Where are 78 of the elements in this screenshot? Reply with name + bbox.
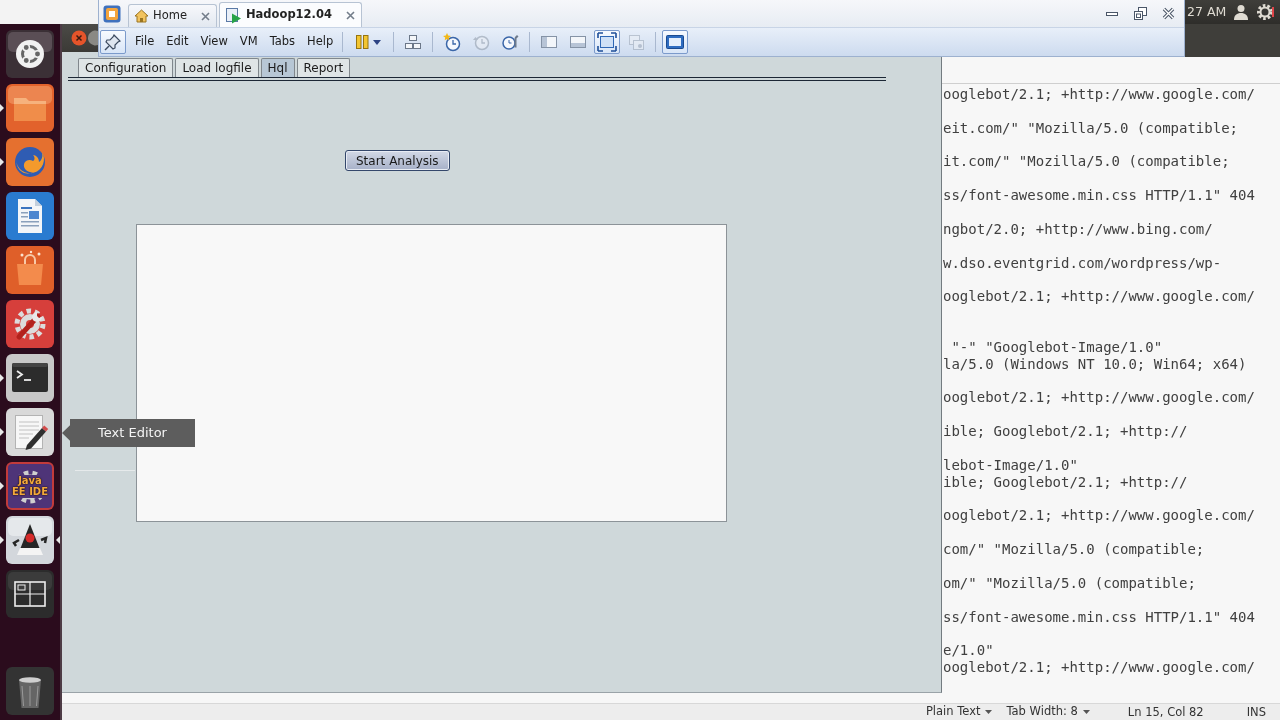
pin-icon: [103, 32, 123, 52]
code-line: ooglebot/2.1; +http://www.google.com/: [943, 659, 1255, 676]
code-line: ss/font-awesome.min.css HTTP/1.1" 404: [943, 187, 1255, 204]
code-line: it.com/" "Mozilla/5.0 (compatible;: [943, 153, 1230, 170]
trash-icon: [6, 667, 54, 715]
active-indicator-icon: [56, 536, 60, 544]
code-line: ible; Googlebot/2.1; +http://: [943, 423, 1188, 440]
code-line: ooglebot/2.1; +http://www.google.com/: [943, 507, 1255, 524]
menu-item[interactable]: File: [129, 30, 161, 54]
menu-item[interactable]: VM: [233, 30, 264, 54]
close-icon[interactable]: [346, 10, 355, 20]
close-button[interactable]: [70, 29, 88, 47]
pin-button[interactable]: [100, 30, 126, 54]
tab[interactable]: Load logfile: [175, 58, 259, 77]
app-logo-icon[interactable]: [103, 4, 121, 23]
code-line: e/1.0": [943, 642, 994, 659]
running-indicator-icon: [0, 158, 4, 166]
cursor-position: Ln 15, Col 82: [1127, 704, 1204, 720]
minimize-icon: [1106, 11, 1118, 16]
code-line: ooglebot/2.1; +http://www.google.com/: [943, 389, 1255, 406]
insert-mode: INS: [1246, 704, 1266, 720]
gear-icon[interactable]: [1256, 3, 1275, 21]
globe-icon: [6, 138, 54, 186]
code-line: ss/font-awesome.min.css HTTP/1.1" 404: [943, 608, 1255, 625]
code-line: ible; Googlebot/2.1; +http://: [943, 473, 1188, 490]
caret-icon[interactable]: [373, 39, 382, 45]
launcher-button[interactable]: [0, 516, 60, 564]
running-indicator-icon: [0, 536, 4, 544]
shopping-bag-icon: [6, 246, 54, 294]
code-line: "-" "Googlebot-Image/1.0": [950, 338, 1163, 355]
code-line: ngbot/2.0; +http://www.bing.com/: [943, 220, 1213, 237]
tab[interactable]: Report: [296, 58, 351, 77]
code-line: om/" "Mozilla/5.0 (compatible;: [943, 574, 1196, 591]
figure-icon: [6, 516, 54, 564]
code-line: w.dso.eventgrid.com/wordpress/wp-: [943, 254, 1222, 271]
folder-icon: [6, 84, 54, 132]
caret-icon[interactable]: [1082, 710, 1090, 714]
running-indicator-icon: [0, 374, 4, 382]
pencil-document-icon: [6, 408, 54, 456]
close-icon: [71, 30, 87, 46]
running-indicator-icon: [0, 104, 4, 112]
launcher-button[interactable]: Java EE IDE: [0, 462, 60, 510]
tab[interactable]: Hadoop12.04: [218, 2, 362, 27]
code-line: com/" "Mozilla/5.0 (compatible;: [943, 541, 1205, 558]
play-icon: [224, 6, 242, 24]
clock: 27 AM: [1187, 3, 1227, 21]
logo-icon: [6, 30, 54, 78]
tab[interactable]: Hql: [260, 58, 295, 77]
menu-item[interactable]: View: [194, 30, 234, 54]
code-line: ooglebot/2.1; +http://www.google.com/: [943, 86, 1255, 102]
terminal-icon: [6, 354, 54, 402]
grid-icon: [6, 570, 54, 618]
tooltip: Text Editor: [62, 419, 195, 447]
restore-icon: [1133, 7, 1147, 20]
document-icon: [6, 192, 54, 240]
wrench-gear-icon: [6, 300, 54, 348]
pause-icon[interactable]: [355, 33, 370, 51]
person-icon[interactable]: [1234, 4, 1249, 20]
tab[interactable]: Configuration: [78, 58, 174, 77]
tab[interactable]: Home: [128, 4, 217, 27]
code-line: lebot-Image/1.0": [943, 456, 1078, 473]
close-icon[interactable]: [200, 11, 210, 21]
caret-icon[interactable]: [985, 710, 993, 714]
tab-width-dropdown[interactable]: Tab Width: 8: [1006, 705, 1090, 719]
icon-label: Java EE IDE: [10, 475, 50, 498]
running-indicator-icon: [0, 428, 4, 436]
house-icon: [134, 9, 149, 23]
gear-icon: [6, 462, 54, 510]
start-analysis-button[interactable]: Start Analysis: [345, 150, 450, 171]
code-line: eit.com/" "Mozilla/5.0 (compatible;: [943, 119, 1238, 136]
menu-item[interactable]: Edit: [160, 30, 195, 54]
running-indicator-icon: [0, 482, 4, 490]
language-dropdown[interactable]: Plain Text: [925, 705, 993, 719]
close-icon: [1161, 7, 1175, 20]
menu-item[interactable]: Help: [301, 30, 340, 54]
menu-item[interactable]: Tabs: [263, 30, 302, 54]
code-line: la/5.0 (Windows NT 10.0; Win64; x64): [943, 355, 1247, 372]
code-line: ooglebot/2.1; +http://www.google.com/: [943, 288, 1255, 305]
